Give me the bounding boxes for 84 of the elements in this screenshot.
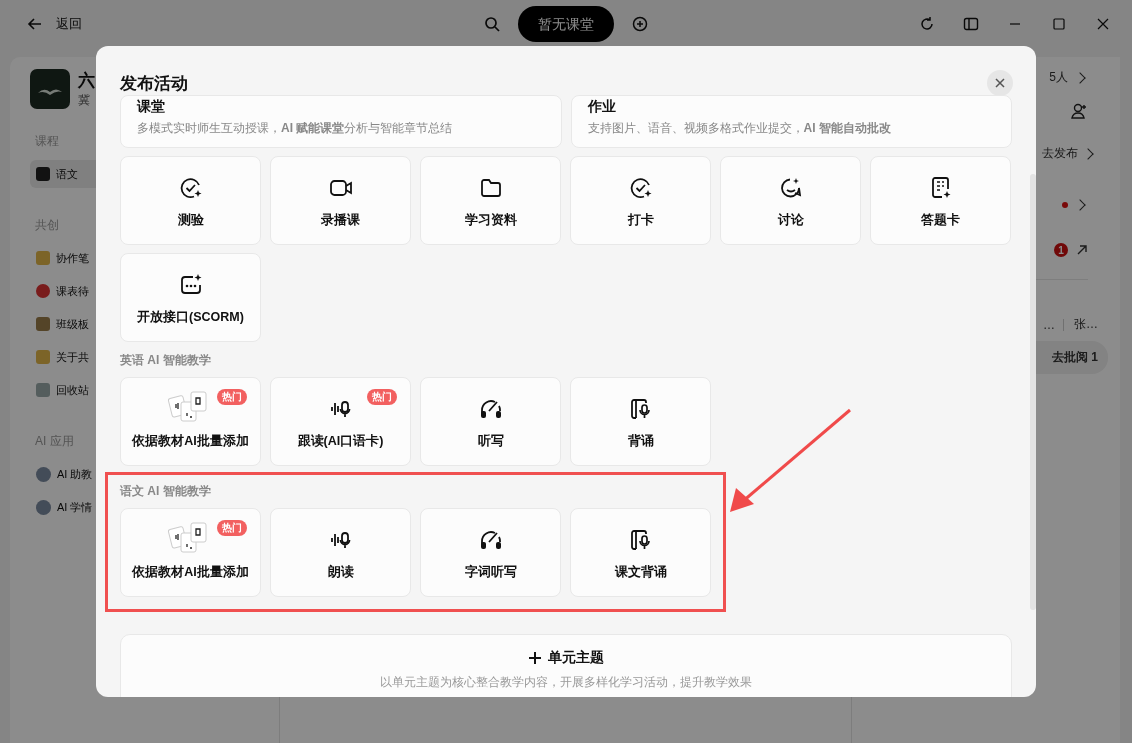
sidebar-toggle-icon[interactable] xyxy=(963,16,979,32)
tile-label: 字词听写 xyxy=(464,564,517,581)
back-button[interactable]: 返回 xyxy=(27,15,82,33)
sidebar-item[interactable]: AI 助教 xyxy=(30,460,98,488)
add-person-icon[interactable] xyxy=(1070,102,1088,120)
card-title: 课堂 xyxy=(137,98,166,116)
close-button[interactable] xyxy=(987,70,1013,96)
activity-tile[interactable]: 字词听写 xyxy=(420,508,561,597)
card-title: 单元主题 xyxy=(548,649,604,667)
activity-tile[interactable]: 课文背诵 xyxy=(570,508,711,597)
external-arrow-icon[interactable] xyxy=(1076,244,1088,256)
item-icon xyxy=(36,317,50,331)
count-badge: 1 xyxy=(1054,243,1068,257)
sidebar-item[interactable]: 回收站 xyxy=(30,376,98,404)
tile-label: 跟读(AI口语卡) xyxy=(297,433,384,450)
activity-tile[interactable]: 答题卡 xyxy=(870,156,1011,245)
tile-label: 讨论 xyxy=(777,212,804,229)
course-logo-icon xyxy=(30,69,70,109)
tile-label: 朗读 xyxy=(327,564,354,581)
back-arrow-icon xyxy=(27,16,43,32)
name-text: 张… xyxy=(1074,316,1098,333)
card-description: 以单元主题为核心整合教学内容，开展多样化学习活动，提升教学效果 xyxy=(380,674,752,691)
dialog-title: 发布活动 xyxy=(120,72,188,95)
activity-card[interactable]: 作业 支持图片、语音、视频多格式作业提交，AI 智能自动批改 xyxy=(570,95,1012,148)
activity-tile[interactable]: 学习资料 xyxy=(420,156,561,245)
tile-label: 听写 xyxy=(477,433,504,450)
plus-icon xyxy=(528,651,542,665)
close-icon xyxy=(995,78,1005,88)
hot-badge: 热门 xyxy=(367,389,397,405)
item-icon xyxy=(36,383,50,397)
close-icon[interactable] xyxy=(1095,16,1111,32)
sidebar-item[interactable]: 班级板 xyxy=(30,310,98,338)
hot-badge: 热门 xyxy=(217,389,247,405)
maximize-icon[interactable] xyxy=(1051,16,1067,32)
sidebar-item[interactable]: 课表待 xyxy=(30,277,98,305)
item-icon xyxy=(36,466,51,482)
card-description: 支持图片、语音、视频多格式作业提交，AI 智能自动批改 xyxy=(587,120,892,137)
scrollbar[interactable] xyxy=(1030,174,1036,610)
activity-tile[interactable]: 背诵 xyxy=(570,377,711,466)
notification-dot xyxy=(1062,202,1068,208)
search-icon[interactable] xyxy=(484,16,500,32)
tile-label: 录播课 xyxy=(321,212,360,229)
sidebar-item[interactable]: AI 学情 xyxy=(30,493,98,521)
card-title: 作业 xyxy=(587,98,617,116)
activity-tile[interactable]: 朗读 xyxy=(270,508,411,597)
publish-link[interactable]: 去发布 xyxy=(1042,146,1078,161)
activity-tile[interactable]: 开放接口(SCORM) xyxy=(120,253,261,342)
item-icon xyxy=(36,167,50,181)
classroom-pill[interactable]: 暂无课堂 xyxy=(518,6,614,42)
member-count[interactable]: 5人 xyxy=(1049,69,1068,86)
item-icon xyxy=(36,284,50,298)
activity-tile[interactable]: 测验 xyxy=(120,156,261,245)
refresh-icon[interactable] xyxy=(919,16,935,32)
item-icon xyxy=(36,499,51,515)
group-heading: 语文 AI 智能教学 xyxy=(120,483,212,500)
course-title: 六 xyxy=(78,70,95,92)
tile-label: 课文背诵 xyxy=(614,564,667,581)
tile-label: 依据教材AI批量添加 xyxy=(132,564,249,581)
course-subtitle: 冀 xyxy=(78,92,91,109)
card-description: 多模式实时师生互动授课，AI 赋能课堂分析与智能章节总结 xyxy=(137,120,454,137)
activity-tile[interactable]: 听写 xyxy=(420,377,561,466)
activity-card[interactable]: 课堂 多模式实时师生互动授课，AI 赋能课堂分析与智能章节总结 xyxy=(120,95,562,148)
activity-tile[interactable]: 打卡 xyxy=(570,156,711,245)
sidebar-item[interactable]: 协作笔 xyxy=(30,244,98,272)
text-fragment: … xyxy=(1043,317,1055,332)
activity-tile[interactable]: 讨论 xyxy=(720,156,861,245)
tile-label: 学习资料 xyxy=(464,212,517,229)
tile-label: 开放接口(SCORM) xyxy=(137,309,244,326)
activity-tile[interactable]: 热门 依据教材AI批量添加 xyxy=(120,508,261,597)
tile-label: 答题卡 xyxy=(921,212,960,229)
sidebar-item[interactable]: 关于共 xyxy=(30,343,98,371)
item-icon xyxy=(36,350,50,364)
unit-theme-card[interactable]: 单元主题 以单元主题为核心整合教学内容，开展多样化学习活动，提升教学效果 xyxy=(120,634,1012,697)
tile-label: 依据教材AI批量添加 xyxy=(132,433,249,450)
tile-label: 背诵 xyxy=(627,433,654,450)
tile-label: 测验 xyxy=(177,212,204,229)
activity-tile[interactable]: 热门 跟读(AI口语卡) xyxy=(270,377,411,466)
activity-tile[interactable]: 录播课 xyxy=(270,156,411,245)
add-icon[interactable] xyxy=(632,16,648,32)
hot-badge: 热门 xyxy=(217,520,247,536)
activity-tile[interactable]: 热门 依据教材AI批量添加 xyxy=(120,377,261,466)
item-icon xyxy=(36,251,50,265)
tile-label: 打卡 xyxy=(627,212,654,229)
group-heading: 英语 AI 智能教学 xyxy=(120,352,212,369)
